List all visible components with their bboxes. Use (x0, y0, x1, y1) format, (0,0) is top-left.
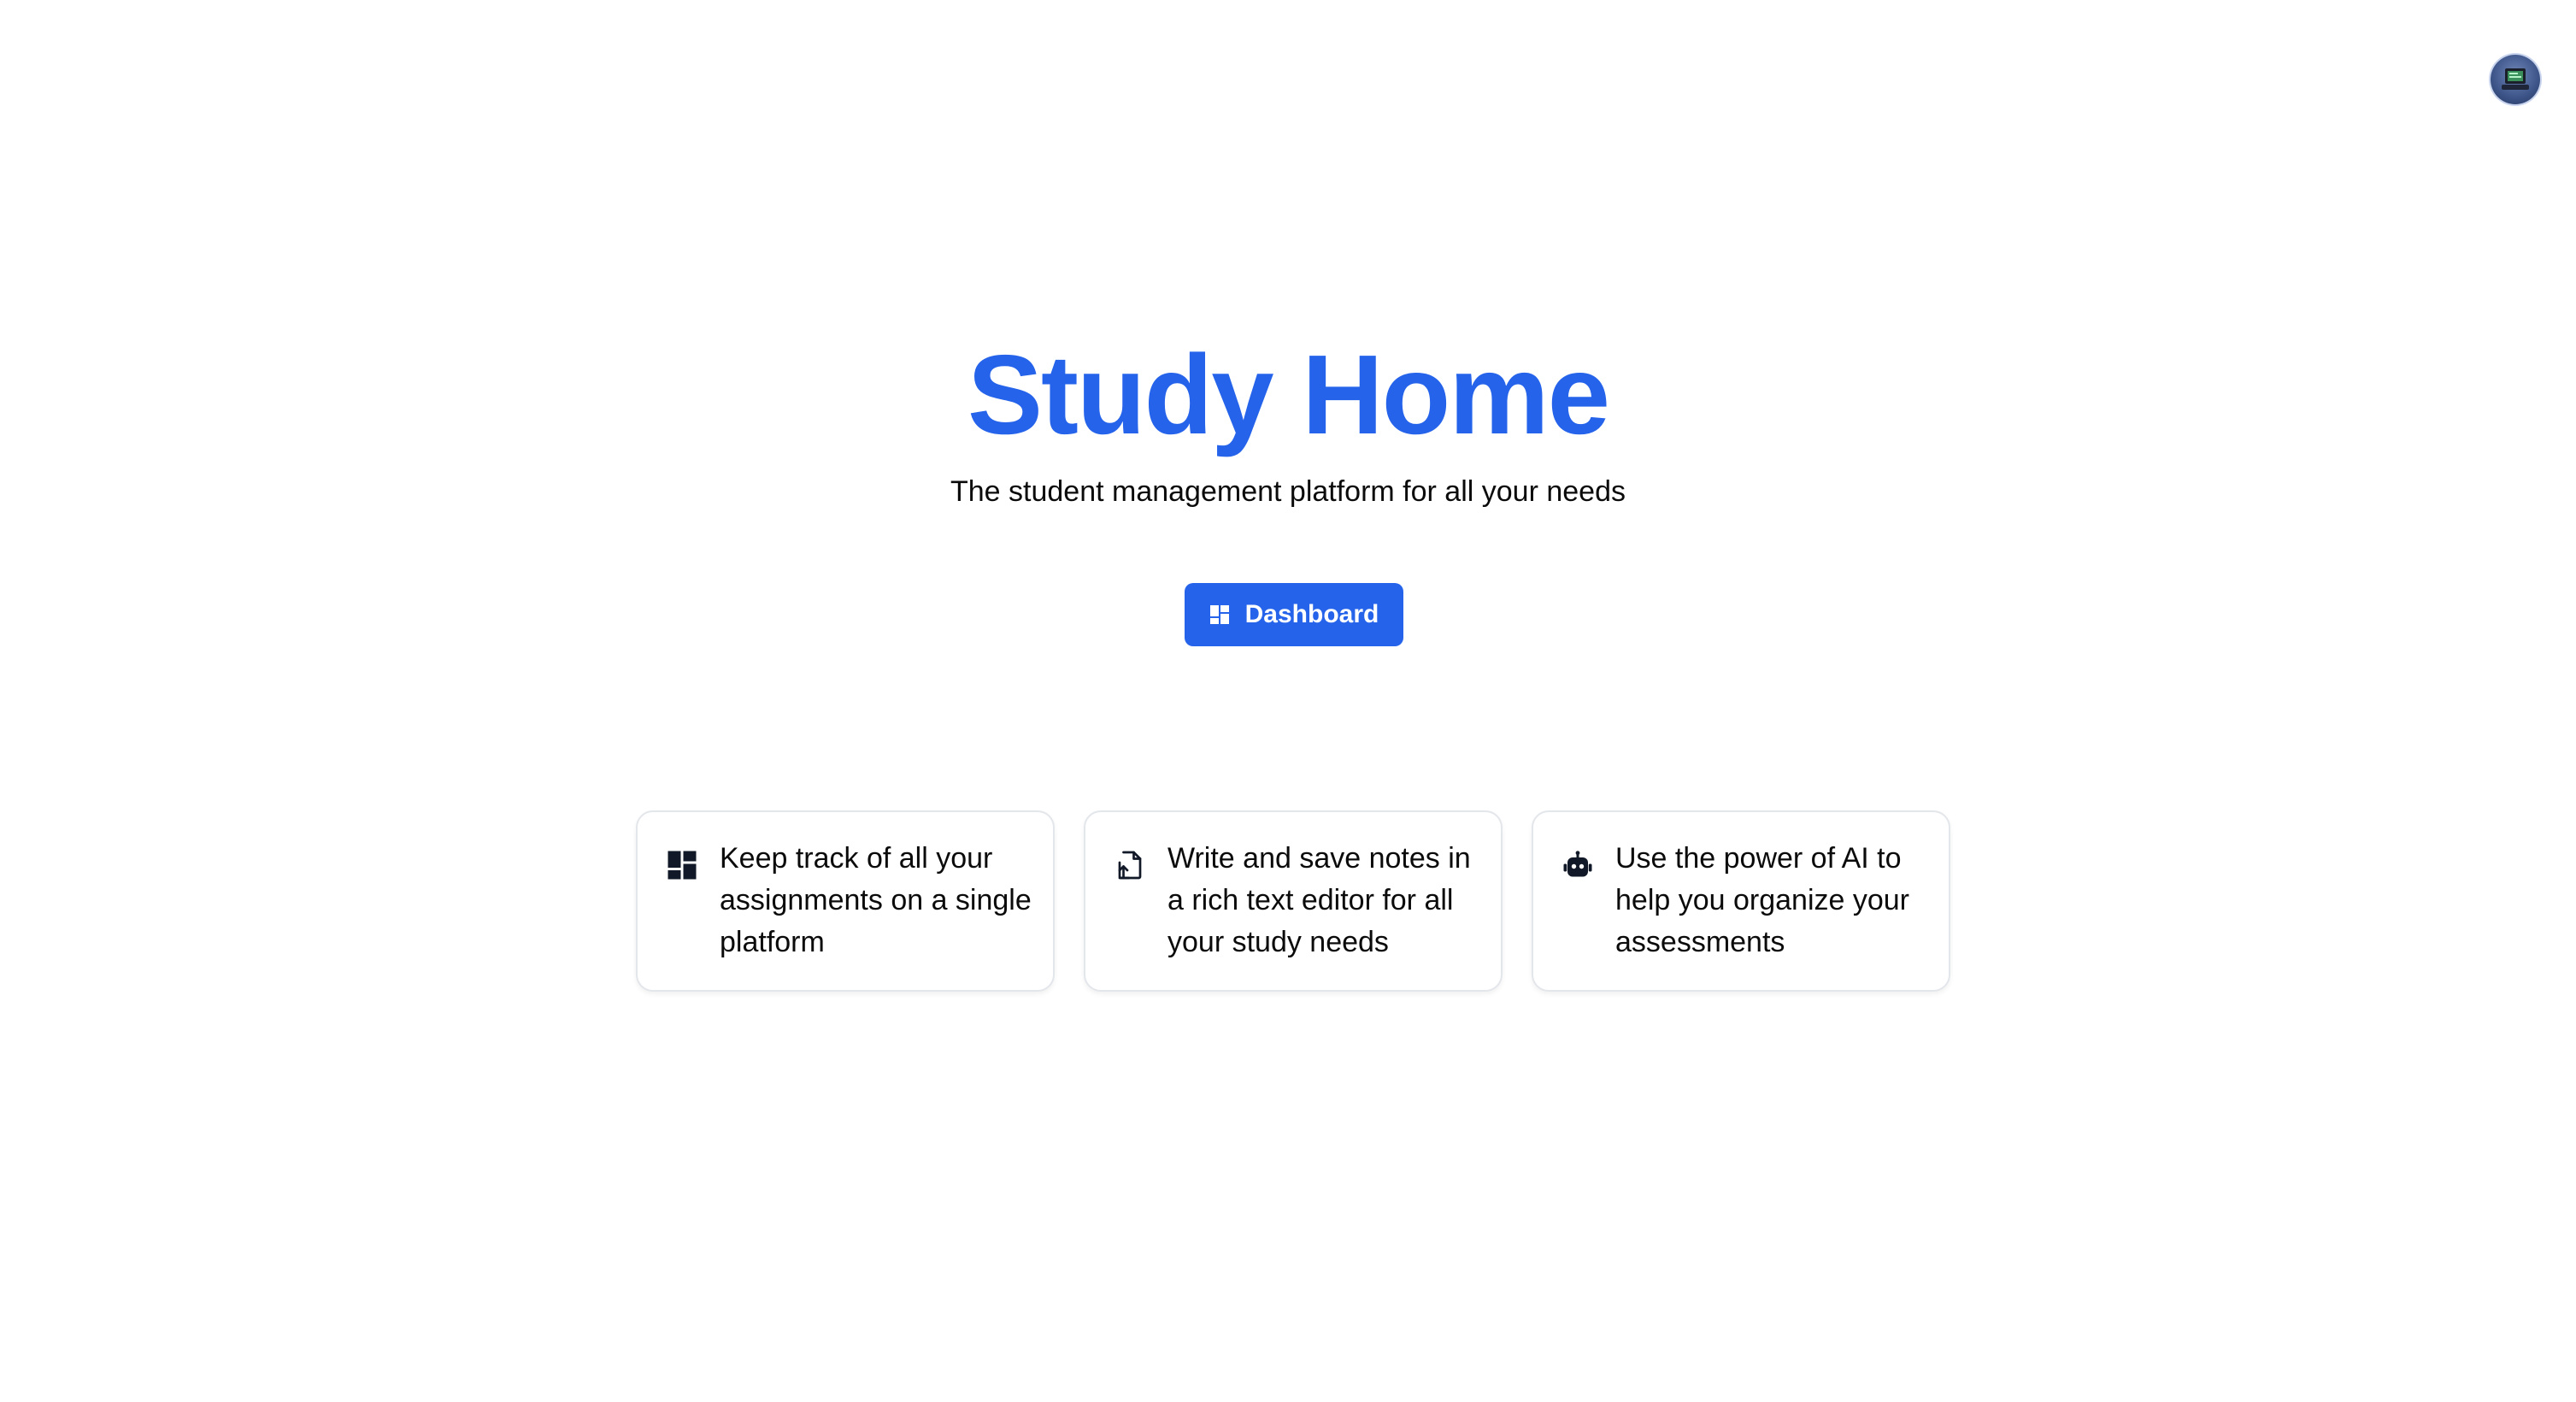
dashboard-grid-icon (667, 850, 697, 881)
feature-cards: Keep track of all your assignments on a … (636, 810, 1957, 993)
robot-icon (1562, 850, 1593, 881)
dashboard-grid-icon (1209, 605, 1229, 624)
feature-card-notes: Write and save notes in a rich text edit… (1084, 810, 1503, 992)
page-title: Study Home (967, 332, 1610, 457)
feature-card-ai: Use the power of AI to help you organize… (1532, 810, 1950, 992)
page-subtitle: The student management platform for all … (950, 475, 1626, 508)
feature-card-text: Write and save notes in a rich text edit… (1167, 842, 1471, 958)
feature-card-text: Keep track of all your assignments on a … (720, 842, 1032, 958)
feature-card-assignments: Keep track of all your assignments on a … (636, 810, 1055, 992)
dashboard-button-label: Dashboard (1244, 600, 1379, 628)
file-upload-icon (1115, 850, 1145, 881)
home-page: Study Home The student management platfo… (0, 0, 2576, 1402)
user-avatar-icon (2502, 68, 2529, 90)
feature-card-text: Use the power of AI to help you organize… (1615, 842, 1910, 958)
user-avatar[interactable] (2491, 55, 2540, 104)
dashboard-button[interactable]: Dashboard (1185, 583, 1403, 646)
